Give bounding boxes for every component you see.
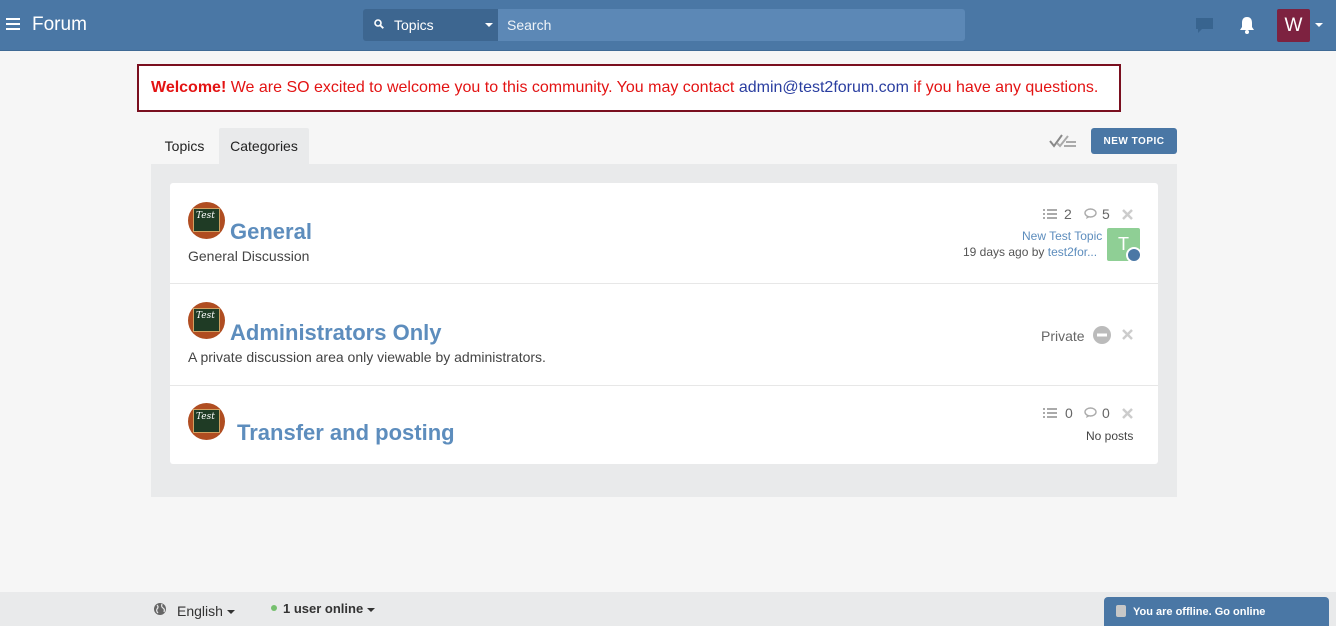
category-row-general: Test General General Discussion 2 5 New … bbox=[170, 183, 1158, 284]
category-title[interactable]: Administrators Only bbox=[230, 320, 441, 346]
category-thumbnail[interactable]: Test bbox=[188, 403, 225, 440]
thumbnail-text: Test bbox=[196, 311, 215, 321]
tab-categories[interactable]: Categories bbox=[219, 128, 309, 164]
private-label: Private bbox=[1041, 328, 1085, 344]
search-icon bbox=[374, 19, 384, 29]
chevron-down-icon[interactable] bbox=[1315, 23, 1323, 27]
last-post-meta: 19 days ago by test2for... bbox=[963, 245, 1097, 259]
welcome-banner: Welcome! We are SO excited to welcome yo… bbox=[137, 64, 1121, 112]
thumbnail-text: Test bbox=[196, 412, 215, 422]
hamburger-menu-icon[interactable] bbox=[6, 18, 20, 32]
chalkboard-image: Test bbox=[193, 208, 220, 232]
close-icon[interactable] bbox=[1122, 329, 1133, 340]
topics-list-icon bbox=[1043, 408, 1057, 418]
users-online-label: 1 user online bbox=[283, 601, 364, 616]
user-avatar[interactable]: W bbox=[1277, 9, 1310, 42]
language-selector[interactable]: English bbox=[177, 603, 235, 619]
post-count: 0 bbox=[1102, 405, 1110, 421]
online-status-dot bbox=[271, 605, 277, 611]
search-scope-dropdown[interactable]: Topics bbox=[363, 9, 498, 41]
no-posts-label: No posts bbox=[1086, 429, 1134, 443]
comment-bubble-icon bbox=[1084, 208, 1097, 219]
chevron-down-icon bbox=[485, 23, 493, 27]
thumbnail-text: Test bbox=[196, 211, 215, 221]
category-row-transfer: Test Transfer and posting 0 0 No posts bbox=[170, 386, 1158, 464]
topic-count: 0 bbox=[1065, 405, 1073, 421]
topics-list-icon bbox=[1043, 209, 1057, 219]
welcome-email: admin@test2forum.com bbox=[738, 79, 909, 96]
welcome-bold: Welcome! bbox=[151, 79, 227, 96]
forum-brand[interactable]: Forum bbox=[32, 14, 87, 36]
offline-message: You are offline. Go online bbox=[1133, 606, 1266, 618]
category-list: Test General General Discussion 2 5 New … bbox=[170, 183, 1158, 464]
chat-user-icon bbox=[1116, 605, 1126, 617]
topic-count: 2 bbox=[1064, 206, 1072, 222]
mark-all-read-icon[interactable] bbox=[1049, 132, 1077, 150]
no-access-icon bbox=[1093, 326, 1111, 344]
welcome-text: We are SO excited to welcome you to this… bbox=[226, 79, 739, 96]
categories-panel: Test General General Discussion 2 5 New … bbox=[151, 164, 1177, 497]
category-title[interactable]: Transfer and posting bbox=[237, 420, 455, 446]
welcome-text-end: if you have any questions. bbox=[908, 79, 1099, 96]
globe-icon bbox=[154, 603, 166, 615]
new-topic-button[interactable]: NEW TOPIC bbox=[1091, 128, 1177, 154]
chevron-down-icon bbox=[367, 607, 376, 612]
chalkboard-image: Test bbox=[193, 308, 220, 332]
last-post-time: 19 days ago by bbox=[963, 245, 1048, 259]
category-title[interactable]: General bbox=[230, 219, 312, 245]
chat-icon[interactable] bbox=[1195, 17, 1214, 34]
comment-bubble-icon bbox=[1084, 407, 1097, 418]
bell-icon[interactable] bbox=[1238, 15, 1256, 35]
language-label: English bbox=[177, 603, 223, 619]
search-bar: Topics bbox=[363, 9, 965, 41]
close-icon[interactable] bbox=[1122, 209, 1133, 220]
post-count: 5 bbox=[1102, 206, 1110, 222]
category-description: General Discussion bbox=[188, 248, 310, 264]
category-thumbnail[interactable]: Test bbox=[188, 202, 225, 239]
chat-offline-bar[interactable]: You are offline. Go online bbox=[1104, 597, 1329, 626]
category-description: A private discussion area only viewable … bbox=[188, 349, 546, 365]
chevron-down-icon bbox=[226, 610, 235, 615]
category-row-administrators: Test Administrators Only A private discu… bbox=[170, 284, 1158, 386]
tab-topics[interactable]: Topics bbox=[151, 128, 218, 164]
last-post-link[interactable]: New Test Topic bbox=[1022, 229, 1102, 243]
top-navbar: Forum Topics W bbox=[0, 0, 1336, 51]
admin-crown-icon bbox=[1126, 247, 1142, 263]
users-online-dropdown[interactable]: 1 user online bbox=[283, 601, 376, 616]
category-thumbnail[interactable]: Test bbox=[188, 302, 225, 339]
search-scope-label: Topics bbox=[394, 17, 434, 33]
close-icon[interactable] bbox=[1122, 408, 1133, 419]
chalkboard-image: Test bbox=[193, 409, 220, 433]
last-post-user-link[interactable]: test2for... bbox=[1048, 245, 1097, 259]
search-input[interactable] bbox=[498, 9, 965, 41]
